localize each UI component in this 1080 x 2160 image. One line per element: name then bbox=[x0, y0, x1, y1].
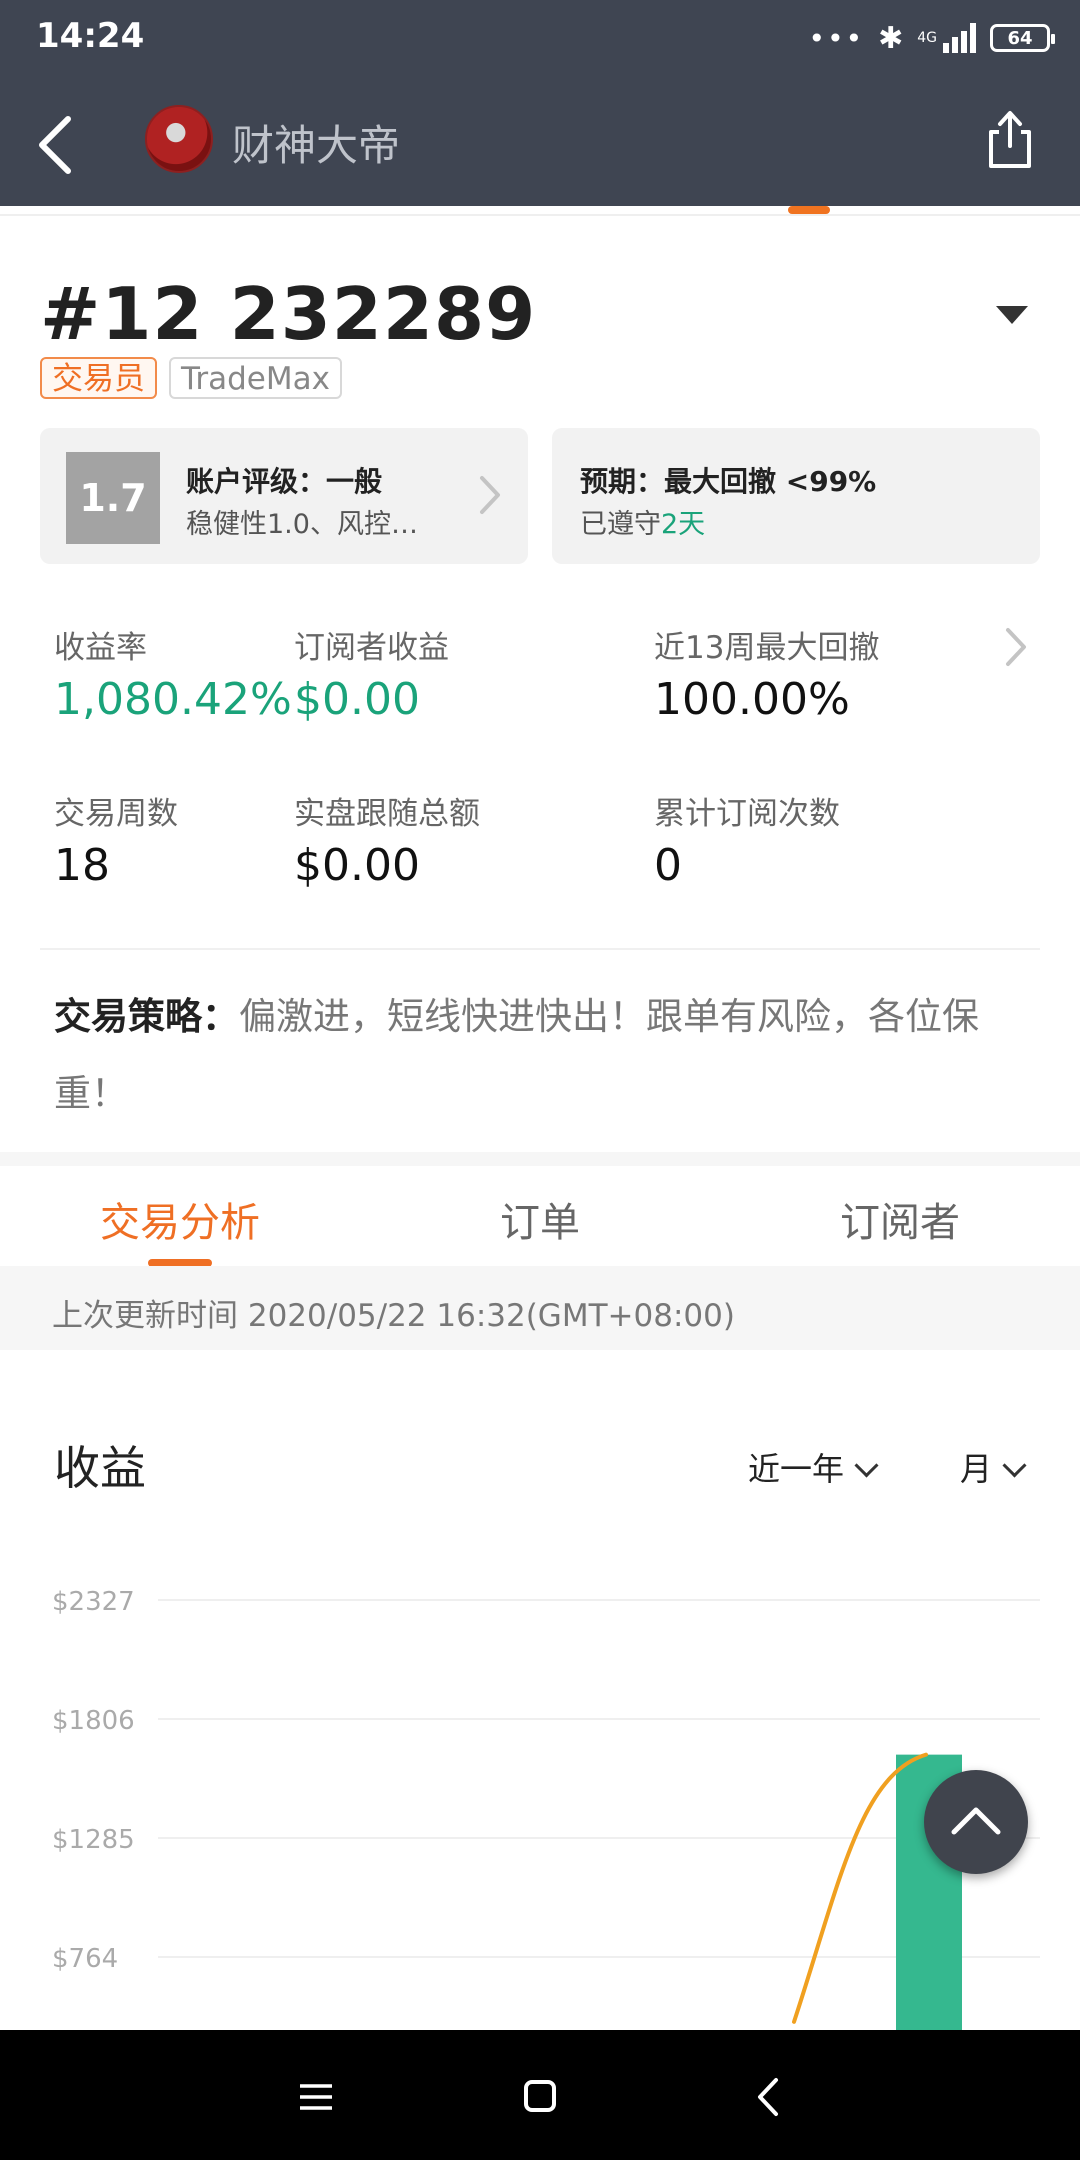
expand-triangle-icon[interactable] bbox=[996, 306, 1028, 324]
battery-icon: 64 bbox=[990, 24, 1055, 52]
stat-label-subscriber-profit: 订阅者收益 bbox=[294, 630, 449, 666]
stat-label-return-rate: 收益率 bbox=[54, 630, 147, 666]
share-icon[interactable] bbox=[985, 108, 1035, 170]
header-active-indicator bbox=[788, 206, 830, 214]
range-select-value: 近一年 bbox=[748, 1450, 845, 1488]
chevron-up-icon bbox=[951, 1807, 1001, 1835]
avatar[interactable] bbox=[145, 105, 213, 173]
more-dots-icon: ••• bbox=[808, 21, 865, 55]
platform-badge: TradeMax bbox=[169, 357, 342, 399]
divider bbox=[0, 214, 1080, 216]
stat-label-trading-weeks: 交易周数 bbox=[54, 796, 178, 832]
rating-score: 1.7 bbox=[66, 452, 160, 544]
chart-title: 收益 bbox=[54, 1441, 146, 1495]
stat-value-follow-total: $0.00 bbox=[294, 840, 420, 891]
divider bbox=[40, 948, 1040, 950]
stat-value-subscriber-profit: $0.00 bbox=[294, 674, 420, 725]
y-tick-label: $2327 bbox=[52, 1587, 135, 1617]
last-update-time: 上次更新时间 2020/05/22 16:32(GMT+08:00) bbox=[52, 1298, 735, 1334]
expectation-days: 2天 bbox=[661, 509, 706, 540]
status-time: 14:24 bbox=[36, 16, 145, 56]
scroll-to-top-button[interactable] bbox=[924, 1770, 1028, 1874]
expectation-card: 预期：最大回撤 <99% 已遵守2天 bbox=[552, 428, 1040, 564]
chevron-down-icon bbox=[854, 1453, 879, 1478]
section-divider bbox=[0, 1152, 1080, 1166]
account-rating-card[interactable]: 1.7 账户评级：一般 稳健性1.0、风控… bbox=[40, 428, 528, 564]
trader-nickname: 财神大帝 bbox=[232, 121, 401, 170]
y-tick-label: $764 bbox=[52, 1944, 118, 1974]
expectation-desc: 已遵守2天 bbox=[580, 502, 705, 541]
tab-orders[interactable]: 订单 bbox=[440, 1190, 640, 1250]
chevron-right-icon bbox=[480, 476, 500, 514]
stat-value-trading-weeks: 18 bbox=[54, 840, 110, 891]
nav-back-icon[interactable] bbox=[754, 2076, 784, 2118]
menu-icon[interactable] bbox=[298, 2082, 334, 2112]
back-arrow-icon[interactable] bbox=[30, 105, 82, 185]
stat-value-max-drawdown: 100.00% bbox=[654, 674, 850, 725]
network-type: 4G bbox=[917, 30, 937, 46]
stat-label-subscriptions: 累计订阅次数 bbox=[654, 796, 840, 832]
chevron-right-icon[interactable] bbox=[1000, 622, 1030, 672]
rating-title: 账户评级：一般 bbox=[186, 465, 383, 498]
expectation-desc-prefix: 已遵守 bbox=[580, 509, 661, 540]
stat-value-subscriptions: 0 bbox=[654, 840, 682, 891]
home-icon[interactable] bbox=[524, 2080, 556, 2112]
stat-label-follow-total: 实盘跟随总额 bbox=[294, 796, 480, 832]
stat-label-max-drawdown: 近13周最大回撤 bbox=[654, 630, 880, 666]
trader-badge: 交易员 bbox=[40, 357, 157, 399]
stat-value-return-rate: 1,080.42% bbox=[54, 674, 292, 725]
period-select[interactable]: 月 bbox=[960, 1444, 1027, 1490]
y-tick-label: $1285 bbox=[52, 1825, 135, 1855]
profit-chart: $2327 $1806 $1285 $764 bbox=[52, 1587, 1040, 2030]
trader-id: #12 232289 bbox=[40, 272, 537, 356]
rating-desc: 稳健性1.0、风控… bbox=[186, 509, 418, 540]
y-tick-label: $1806 bbox=[52, 1706, 135, 1736]
strategy-label: 交易策略： bbox=[54, 995, 239, 1038]
tab-trading-analysis[interactable]: 交易分析 bbox=[60, 1190, 300, 1250]
tab-subscribers[interactable]: 订阅者 bbox=[800, 1190, 1000, 1250]
chevron-down-icon bbox=[1002, 1453, 1027, 1478]
signal-icon bbox=[943, 23, 976, 53]
trading-strategy: 交易策略：偏激进，短线快进快出！跟单有风险，各位保重！ bbox=[54, 978, 1014, 1132]
period-select-value: 月 bbox=[960, 1450, 993, 1488]
range-select[interactable]: 近一年 bbox=[748, 1444, 879, 1490]
bluetooth-icon: ✱ bbox=[878, 20, 904, 56]
status-icons: ••• ✱ 4G 64 bbox=[808, 18, 1055, 58]
expectation-title: 预期：最大回撤 <99% bbox=[580, 465, 877, 498]
